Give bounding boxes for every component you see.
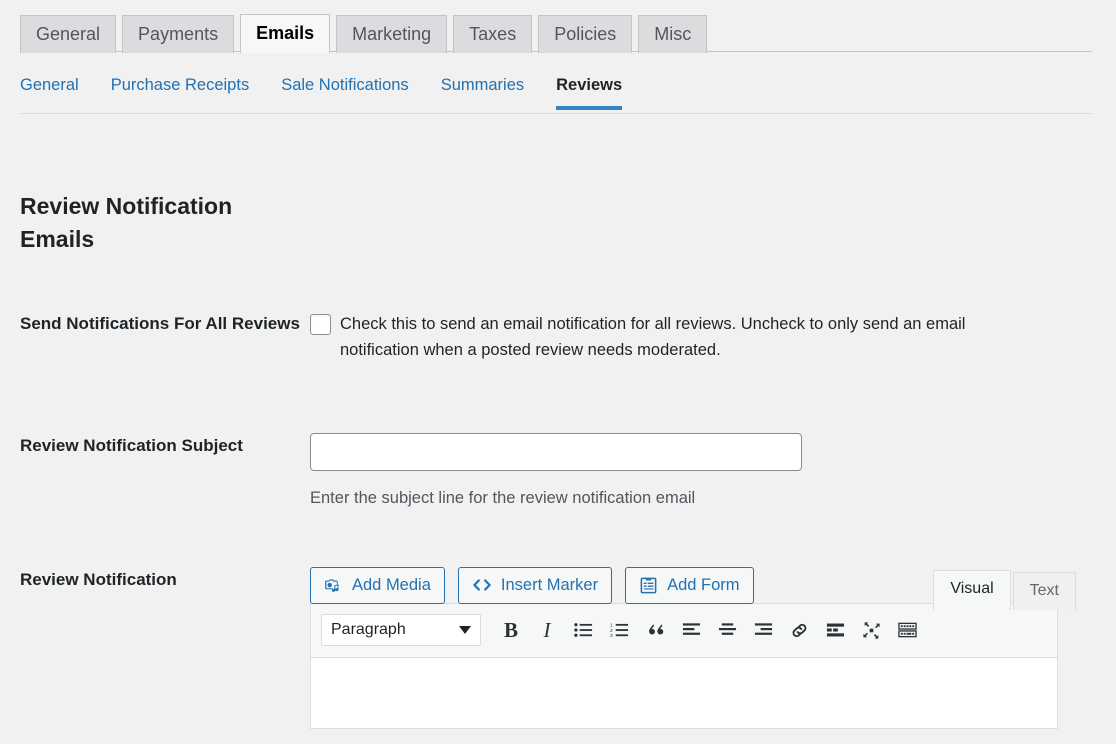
svg-text:3: 3 — [610, 633, 613, 638]
editor-tab-text[interactable]: Text — [1012, 571, 1076, 611]
tab-general[interactable]: General — [20, 15, 117, 53]
primary-tab-list: General Payments Emails Marketing Taxes … — [20, 0, 1096, 53]
secondary-nav-bar: General Purchase Receipts Sale Notificat… — [0, 52, 1116, 114]
page-title: Review Notification Emails — [20, 193, 233, 253]
add-media-button[interactable]: Add Media — [310, 566, 445, 604]
primary-tab-bar: General Payments Emails Marketing Taxes … — [0, 0, 1116, 53]
secondary-nav-list: General Purchase Receipts Sale Notificat… — [20, 52, 1096, 114]
subtab-reviews[interactable]: Reviews — [556, 52, 623, 110]
tab-emails[interactable]: Emails — [240, 14, 331, 53]
svg-text:1: 1 — [610, 623, 613, 629]
settings-form: Send Notifications For All Reviews Check… — [0, 311, 1116, 729]
subtab-purchase-receipts[interactable]: Purchase Receipts — [111, 52, 250, 109]
row-review-notification: Review Notification Visual Text Add Medi… — [0, 566, 1116, 729]
send-notifications-checkbox-label[interactable]: Check this to send an email notification… — [310, 311, 1040, 364]
tab-policies[interactable]: Policies — [538, 15, 633, 53]
add-form-button[interactable]: Add Form — [625, 566, 754, 604]
field-review-notification: Visual Text Add Media Insert Marker Add … — [310, 566, 1116, 729]
align-center-button[interactable] — [710, 614, 744, 646]
editor-mode-tabs: Visual Text — [931, 569, 1076, 611]
format-select[interactable]: Paragraph — [321, 614, 481, 647]
row-review-subject: Review Notification Subject Enter the su… — [0, 433, 1116, 510]
tab-marketing[interactable]: Marketing — [336, 15, 448, 53]
subtab-sale-notifications[interactable]: Sale Notifications — [281, 52, 408, 109]
svg-text:2: 2 — [610, 628, 613, 634]
insert-marker-button-label: Insert Marker — [500, 575, 599, 594]
field-review-subject: Enter the subject line for the review no… — [310, 433, 1116, 510]
editor-tab-visual[interactable]: Visual — [933, 569, 1011, 611]
label-review-notification: Review Notification — [20, 569, 177, 589]
send-notifications-checkbox[interactable] — [310, 313, 331, 335]
row-send-notifications: Send Notifications For All Reviews Check… — [0, 311, 1116, 364]
wysiwyg-editor: Paragraph B I 1 2 3 — [310, 602, 1058, 729]
tab-payments[interactable]: Payments — [122, 15, 235, 53]
label-review-subject: Review Notification Subject — [20, 436, 243, 456]
toolbar-toggle-button[interactable] — [890, 614, 924, 646]
camera-music-icon — [324, 576, 343, 595]
align-right-button[interactable] — [746, 614, 780, 646]
code-brackets-icon — [472, 577, 492, 593]
review-subject-help: Enter the subject line for the review no… — [310, 489, 696, 508]
chevron-down-icon — [459, 626, 471, 635]
label-send-notifications: Send Notifications For All Reviews — [20, 313, 300, 333]
format-select-value: Paragraph — [331, 621, 406, 639]
insert-link-button[interactable] — [782, 614, 816, 646]
review-subject-input[interactable] — [310, 433, 802, 472]
add-media-button-label: Add Media — [352, 575, 431, 594]
add-form-button-label: Add Form — [667, 575, 740, 594]
tab-taxes[interactable]: Taxes — [453, 15, 533, 53]
clipboard-form-icon — [639, 576, 658, 595]
subtab-summaries[interactable]: Summaries — [441, 52, 524, 109]
editor-content-area[interactable] — [311, 657, 1057, 728]
send-notifications-description: Check this to send an email notification… — [340, 314, 966, 360]
bold-button[interactable]: B — [494, 614, 528, 646]
numbered-list-button[interactable]: 1 2 3 — [602, 614, 636, 646]
field-send-notifications: Check this to send an email notification… — [310, 311, 1116, 364]
align-left-button[interactable] — [674, 614, 708, 646]
insert-read-more-button[interactable] — [818, 614, 852, 646]
insert-marker-button[interactable]: Insert Marker — [457, 566, 613, 604]
italic-button[interactable]: I — [530, 614, 564, 646]
tab-misc[interactable]: Misc — [638, 15, 708, 53]
blockquote-button[interactable] — [638, 614, 672, 646]
bulleted-list-button[interactable] — [566, 614, 600, 646]
subtab-general[interactable]: General — [20, 52, 79, 109]
editor-toolbar: Paragraph B I 1 2 3 — [311, 603, 1057, 658]
fullscreen-button[interactable] — [854, 614, 888, 646]
